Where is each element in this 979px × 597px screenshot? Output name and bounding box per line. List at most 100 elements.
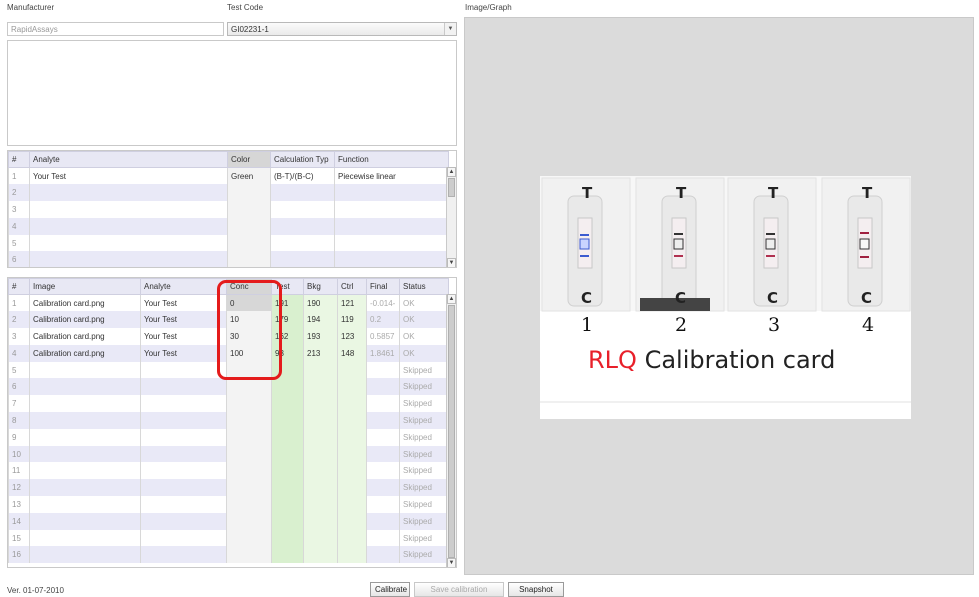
final-cell[interactable] (366, 546, 400, 564)
image-cell[interactable]: Calibration card.png (29, 344, 141, 362)
final-cell[interactable] (366, 462, 400, 480)
table-row[interactable]: 13 Skipped (8, 496, 449, 513)
column-header-status[interactable]: Status (399, 278, 449, 295)
ctrl-cell[interactable] (337, 529, 367, 547)
row-number[interactable]: 15 (8, 529, 30, 547)
color-cell[interactable] (227, 217, 271, 235)
table-row[interactable]: 2 (8, 184, 449, 202)
row-number[interactable]: 6 (8, 251, 30, 267)
final-cell[interactable] (366, 512, 400, 530)
table-row[interactable]: 3 (8, 201, 449, 218)
row-number[interactable]: 6 (8, 378, 30, 396)
image-cell[interactable] (29, 412, 141, 429)
analyte-cell[interactable]: Your Test (29, 167, 228, 185)
manufacturer-field[interactable]: RapidAssays (7, 22, 224, 36)
column-header-final[interactable]: Final (366, 278, 400, 295)
image-cell[interactable] (29, 445, 141, 463)
table-row[interactable]: 9 Skipped (8, 428, 449, 446)
column-header-calculation-type[interactable]: Calculation Typ (270, 151, 335, 168)
function-cell[interactable] (334, 201, 449, 218)
conc-cell[interactable] (226, 529, 272, 547)
row-number[interactable]: 4 (8, 217, 30, 235)
color-cell[interactable] (227, 184, 271, 202)
function-cell[interactable]: Piecewise linear (334, 167, 449, 185)
calculation-type-cell[interactable] (270, 201, 335, 218)
row-number[interactable]: 10 (8, 445, 30, 463)
bkg-cell[interactable]: 194 (303, 311, 338, 329)
final-cell[interactable] (366, 361, 400, 379)
ctrl-cell[interactable] (337, 412, 367, 429)
analyte-cell[interactable] (140, 445, 227, 463)
column-header-number[interactable]: # (8, 278, 30, 295)
image-cell[interactable]: Calibration card.png (29, 294, 141, 312)
calculation-type-cell[interactable] (270, 251, 335, 267)
bkg-cell[interactable] (303, 529, 338, 547)
analyte-table-scrollbar[interactable]: ▲ ▼ (446, 167, 456, 267)
bkg-cell[interactable] (303, 445, 338, 463)
table-row[interactable]: 15 Skipped (8, 529, 449, 547)
conc-cell[interactable] (226, 512, 272, 530)
test-cell[interactable] (271, 529, 304, 547)
test-cell[interactable] (271, 496, 304, 513)
final-cell[interactable] (366, 378, 400, 396)
row-number[interactable]: 12 (8, 479, 30, 497)
conc-cell[interactable] (226, 428, 272, 446)
ctrl-cell[interactable]: 123 (337, 328, 367, 345)
column-header-function[interactable]: Function (334, 151, 449, 168)
calculation-type-cell[interactable] (270, 184, 335, 202)
conc-cell[interactable] (226, 462, 272, 480)
final-cell[interactable] (366, 428, 400, 446)
color-cell[interactable] (227, 234, 271, 252)
snapshot-button[interactable]: Snapshot (508, 582, 564, 597)
column-header-bkg[interactable]: Bkg (303, 278, 338, 295)
scroll-up-icon[interactable]: ▲ (447, 294, 456, 304)
status-cell[interactable]: Skipped (399, 395, 449, 413)
analyte-cell[interactable]: Your Test (140, 294, 227, 312)
ctrl-cell[interactable]: 148 (337, 344, 367, 362)
status-cell[interactable]: OK (399, 294, 449, 312)
row-number[interactable]: 8 (8, 412, 30, 429)
bkg-cell[interactable] (303, 496, 338, 513)
status-cell[interactable]: OK (399, 328, 449, 345)
description-textarea[interactable] (7, 40, 457, 146)
row-number[interactable]: 9 (8, 428, 30, 446)
bkg-cell[interactable] (303, 479, 338, 497)
row-number[interactable]: 5 (8, 234, 30, 252)
calibrate-button[interactable]: Calibrate (370, 582, 410, 597)
image-cell[interactable] (29, 378, 141, 396)
image-cell[interactable]: Calibration card.png (29, 311, 141, 329)
analyte-cell[interactable] (140, 479, 227, 497)
analyte-cell[interactable] (140, 512, 227, 530)
status-cell[interactable]: Skipped (399, 512, 449, 530)
bkg-cell[interactable] (303, 428, 338, 446)
final-cell[interactable]: 1.8461 (366, 344, 400, 362)
row-number[interactable]: 3 (8, 201, 30, 218)
image-cell[interactable] (29, 361, 141, 379)
ctrl-cell[interactable] (337, 428, 367, 446)
ctrl-cell[interactable] (337, 462, 367, 480)
row-number[interactable]: 16 (8, 546, 30, 564)
table-row[interactable]: 8 Skipped (8, 412, 449, 429)
save-calibration-button[interactable]: Save calibration (414, 582, 504, 597)
calculation-type-cell[interactable] (270, 217, 335, 235)
row-number[interactable]: 11 (8, 462, 30, 480)
final-cell[interactable] (366, 496, 400, 513)
table-row[interactable]: 10 Skipped (8, 445, 449, 463)
status-cell[interactable]: Skipped (399, 462, 449, 480)
image-cell[interactable] (29, 428, 141, 446)
bkg-cell[interactable]: 193 (303, 328, 338, 345)
table-row[interactable]: 7 Skipped (8, 395, 449, 413)
bkg-cell[interactable] (303, 512, 338, 530)
function-cell[interactable] (334, 251, 449, 267)
image-cell[interactable] (29, 479, 141, 497)
analyte-cell[interactable] (140, 378, 227, 396)
image-cell[interactable] (29, 546, 141, 564)
image-cell[interactable] (29, 512, 141, 530)
ctrl-cell[interactable] (337, 378, 367, 396)
analyte-cell[interactable] (140, 529, 227, 547)
analyte-cell[interactable]: Your Test (140, 344, 227, 362)
scroll-up-icon[interactable]: ▲ (447, 167, 456, 177)
table-row[interactable]: 6 Skipped (8, 378, 449, 396)
status-cell[interactable]: Skipped (399, 546, 449, 564)
conc-cell[interactable] (226, 412, 272, 429)
